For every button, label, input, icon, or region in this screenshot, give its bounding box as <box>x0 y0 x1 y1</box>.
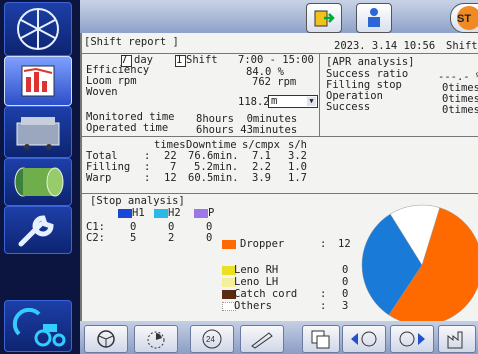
shift-24-button[interactable]: 24 <box>190 325 234 353</box>
legend-swatch-p <box>194 209 208 218</box>
cause-label: Dropper <box>240 238 285 250</box>
start-button[interactable]: ST <box>450 3 478 33</box>
table-cell: 3.9 <box>252 172 271 184</box>
operator-icon <box>368 8 380 27</box>
table-cell: 12 <box>164 172 177 184</box>
stop-cell: 5 <box>130 232 137 244</box>
woven-unit-value: m <box>271 95 278 107</box>
divider <box>319 54 320 136</box>
woven-value: 118.2 <box>238 96 270 108</box>
shuttle-icon <box>251 332 273 349</box>
legend-label-h1: H1 <box>132 207 145 219</box>
sidebar-item-tractor[interactable] <box>4 300 72 352</box>
cause-label: Catch cord <box>234 288 298 300</box>
factory-button[interactable] <box>438 325 476 353</box>
apr-row-value: 0times <box>442 104 478 116</box>
loom-rpm-value: 762 rpm <box>252 76 297 88</box>
cause-swatch <box>222 240 236 249</box>
bottom-toolbar: 24 <box>80 321 478 354</box>
login-button[interactable] <box>306 3 342 33</box>
legend-swatch-h1 <box>118 209 132 218</box>
svg-text:ST: ST <box>457 13 471 25</box>
cause-value: 3 <box>342 300 349 312</box>
timer-icon <box>147 331 165 349</box>
cause-value: 12 <box>338 238 351 250</box>
shift-option-label: Shift <box>186 54 218 66</box>
apr-row-label: Success <box>326 101 371 113</box>
shift-number: 1 <box>176 54 183 66</box>
sidebar-item-loom[interactable] <box>4 106 72 158</box>
timer-button[interactable] <box>134 325 178 353</box>
clock-24-icon: 24 <box>202 329 222 349</box>
datetime: 2023. 3.14 10:56 <box>334 40 436 52</box>
chevron-down-icon: ▼ <box>307 97 316 106</box>
loom-icon <box>16 117 60 150</box>
next-button[interactable] <box>390 325 434 353</box>
sidebar-item-maintenance[interactable] <box>4 206 72 254</box>
legend-label-p: P <box>208 207 215 219</box>
start-icon: ST <box>457 6 478 30</box>
sidebar <box>0 0 80 354</box>
sidebar-item-report[interactable] <box>4 56 72 106</box>
operator-button[interactable] <box>356 3 392 33</box>
login-icon <box>314 10 335 27</box>
operated-value: 6hours 43minutes <box>196 124 298 136</box>
colon: : <box>320 300 327 312</box>
factory-icon <box>447 331 463 349</box>
stop-analysis-title: [Stop analysis] <box>90 195 185 207</box>
divider <box>82 136 478 137</box>
colon: : <box>320 288 327 300</box>
prev-button[interactable] <box>342 325 386 353</box>
cause-value: 0 <box>342 288 349 300</box>
legend-label-h2: H2 <box>168 207 181 219</box>
colon: : <box>144 172 151 184</box>
woven-label: Woven <box>86 86 118 98</box>
sidebar-item-overview[interactable] <box>4 2 72 56</box>
page-title: [Shift report ] <box>84 36 179 48</box>
cause-value: 0 <box>342 264 349 276</box>
operated-label: Operated time <box>86 122 169 134</box>
top-toolbar: ST <box>80 0 478 33</box>
chart-report-icon <box>21 65 55 97</box>
shuttle-button[interactable] <box>240 325 284 353</box>
colon: : <box>320 238 327 250</box>
steering-button[interactable] <box>84 325 128 353</box>
stop-cell: 0 <box>206 232 213 244</box>
svg-text:24: 24 <box>206 335 215 344</box>
time-range: 7:00 - 15:00 <box>238 54 314 66</box>
cause-label: Leno LH <box>234 276 279 288</box>
woven-unit-select[interactable]: m ▼ <box>268 95 318 108</box>
steering-icon <box>97 330 115 348</box>
wrench-icon <box>18 215 54 247</box>
cause-label: Leno RH <box>234 264 279 276</box>
tractor-icon <box>12 307 66 347</box>
next-icon <box>399 331 425 347</box>
table-row-label: Warp <box>86 172 112 184</box>
stop-cell: 2 <box>168 232 175 244</box>
shift-label: Shift <box>446 40 478 52</box>
copy-button[interactable] <box>302 325 340 353</box>
sidebar-item-fabric[interactable] <box>4 158 72 206</box>
table-cell: 1.7 <box>288 172 307 184</box>
cause-value: 0 <box>342 276 349 288</box>
legend-swatch-h2 <box>154 209 168 218</box>
prev-icon <box>351 331 377 347</box>
stop-pie-chart <box>361 204 478 321</box>
stop-row-label: C2: <box>86 232 105 244</box>
cause-label: Others <box>234 300 272 312</box>
shift-report-panel: [Shift report ] 2023. 3.14 10:56 Shift 7… <box>80 33 478 321</box>
copy-icon <box>311 330 330 349</box>
divider <box>82 193 478 194</box>
table-cell: 60.5min. <box>188 172 239 184</box>
apr-title: [APR analysis] <box>326 56 415 68</box>
fabric-roll-icon <box>14 167 64 197</box>
fan-icon <box>17 8 59 50</box>
